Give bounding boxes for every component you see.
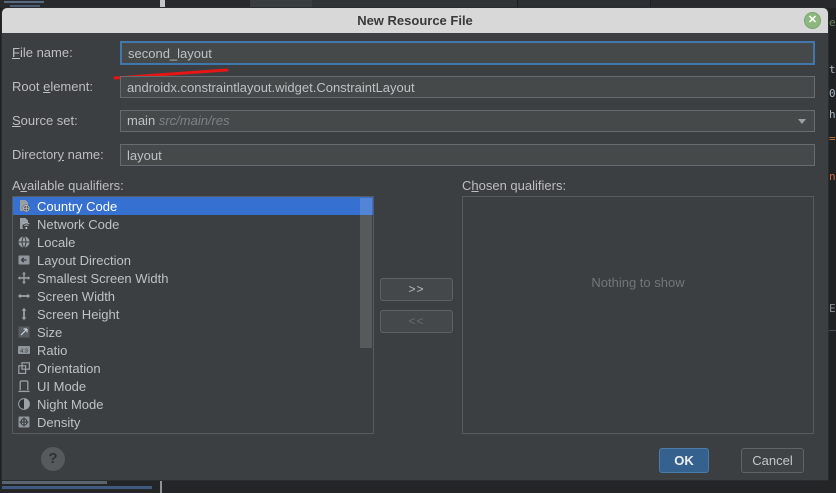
directory-name-input[interactable]	[120, 144, 815, 166]
ui-mode-icon	[17, 379, 31, 393]
root-element-label: Root element:	[12, 78, 93, 96]
qualifier-item-label: Ratio	[37, 343, 67, 358]
cancel-button[interactable]: Cancel	[741, 448, 804, 473]
source-set-label: Source set:	[12, 112, 78, 130]
screen-width-icon	[17, 289, 31, 303]
screen: e t 0 h = n E _F New Resource File ✕ File name:…	[0, 0, 836, 493]
qualifier-item[interactable]: 4:3 Ratio	[13, 341, 373, 359]
qualifier-item[interactable]: Network Code	[13, 215, 373, 233]
available-qualifiers-label: Available qualifiers:	[12, 178, 124, 194]
ide-background-bottom	[0, 480, 836, 493]
qualifier-item-label: Night Mode	[37, 397, 103, 412]
editor-text-fragment: t	[829, 63, 836, 76]
ratio-icon: 4:3	[17, 343, 31, 357]
available-qualifiers-list[interactable]: Country Code Network Code Locale Layout Dir…	[12, 196, 374, 434]
qualifier-item[interactable]: Smallest Screen Width	[13, 269, 373, 287]
close-icon[interactable]: ✕	[804, 12, 821, 29]
qualifier-item[interactable]: Country Code	[13, 197, 373, 215]
qualifier-item-label: Orientation	[37, 361, 101, 376]
file-name-input[interactable]	[120, 41, 815, 65]
country-code-icon	[17, 199, 31, 213]
editor-text-fragment: 0	[829, 87, 836, 100]
ide-background-editor-sliver: e t 0 h = n E _F	[828, 8, 836, 480]
directory-name-label: Directory name:	[12, 146, 104, 164]
ide-top-tab-fragment	[312, 0, 518, 8]
file-name-label: File name:	[12, 44, 73, 62]
qualifier-item[interactable]: Density	[13, 413, 373, 431]
qualifier-item-label: Screen Width	[37, 289, 115, 304]
ide-top-text-fragment	[4, 1, 44, 3]
qualifier-item-label: UI Mode	[37, 379, 86, 394]
qualifier-item-label: Network Code	[37, 217, 119, 232]
editor-text-fragment: h	[829, 108, 836, 121]
ide-bottom-text-fragment	[2, 486, 152, 489]
editor-text-fragment: E	[829, 302, 836, 315]
empty-state-text: Nothing to show	[463, 275, 813, 290]
root-element-input[interactable]	[120, 76, 815, 98]
qualifier-item-label: Layout Direction	[37, 253, 131, 268]
ide-top-tab-fragment	[518, 0, 651, 8]
qualifier-item[interactable]: Night Mode	[13, 395, 373, 413]
qualifier-item-label: Locale	[37, 235, 75, 250]
qualifier-item[interactable]: Screen Width	[13, 287, 373, 305]
move-left-button[interactable]: <<	[380, 310, 453, 333]
qualifier-item[interactable]: Layout Direction	[13, 251, 373, 269]
qualifier-item-label: Density	[37, 415, 80, 430]
chosen-qualifiers-label: Chosen qualifiers:	[462, 178, 566, 194]
chevron-down-icon	[798, 119, 806, 124]
orientation-icon	[17, 361, 31, 375]
ide-top-tab-fragment	[250, 0, 312, 8]
scrollbar-thumb[interactable]	[360, 198, 372, 348]
layout-direction-icon	[17, 253, 31, 267]
qualifier-item[interactable]: Orientation	[13, 359, 373, 377]
density-icon	[17, 415, 31, 429]
move-right-button[interactable]: >>	[380, 278, 453, 301]
qualifier-item[interactable]: Screen Height	[13, 305, 373, 323]
screen-height-icon	[17, 307, 31, 321]
smallest-screen-width-icon	[17, 271, 31, 285]
qualifier-item[interactable]: Size	[13, 323, 373, 341]
qualifier-item[interactable]: Locale	[13, 233, 373, 251]
qualifier-item-label: Country Code	[37, 199, 117, 214]
ide-background-top	[0, 0, 836, 8]
new-resource-file-dialog: New Resource File ✕ File name: Root elem…	[2, 8, 828, 480]
qualifier-item[interactable]: UI Mode	[13, 377, 373, 395]
dialog-title: New Resource File	[2, 8, 828, 33]
ide-bottom-text-fragment	[2, 481, 107, 484]
ide-top-divider	[160, 0, 165, 8]
locale-icon	[17, 235, 31, 249]
source-set-path-hint: src/main/res	[159, 113, 230, 128]
editor-text-fragment: _F	[829, 318, 836, 331]
help-button[interactable]: ?	[41, 447, 65, 471]
ok-button[interactable]: OK	[659, 448, 709, 473]
network-code-icon	[17, 217, 31, 231]
size-icon	[17, 325, 31, 339]
qualifier-item-label: Size	[37, 325, 62, 340]
qualifier-item-label: Smallest Screen Width	[37, 271, 169, 286]
editor-text-fragment: e	[829, 16, 836, 29]
ide-bottom-divider	[160, 480, 162, 493]
source-set-combobox[interactable]: main src/main/res	[120, 110, 815, 132]
chosen-qualifiers-panel[interactable]: Nothing to show	[462, 196, 814, 434]
svg-text:4:3: 4:3	[20, 348, 28, 354]
qualifier-item-label: Screen Height	[37, 307, 119, 322]
night-mode-icon	[17, 397, 31, 411]
editor-text-fragment: =	[829, 132, 836, 145]
ide-top-text-fragment	[10, 5, 40, 7]
editor-text-fragment: n	[829, 170, 836, 183]
dialog-titlebar[interactable]: New Resource File ✕	[2, 8, 828, 33]
source-set-value: main	[127, 113, 155, 128]
